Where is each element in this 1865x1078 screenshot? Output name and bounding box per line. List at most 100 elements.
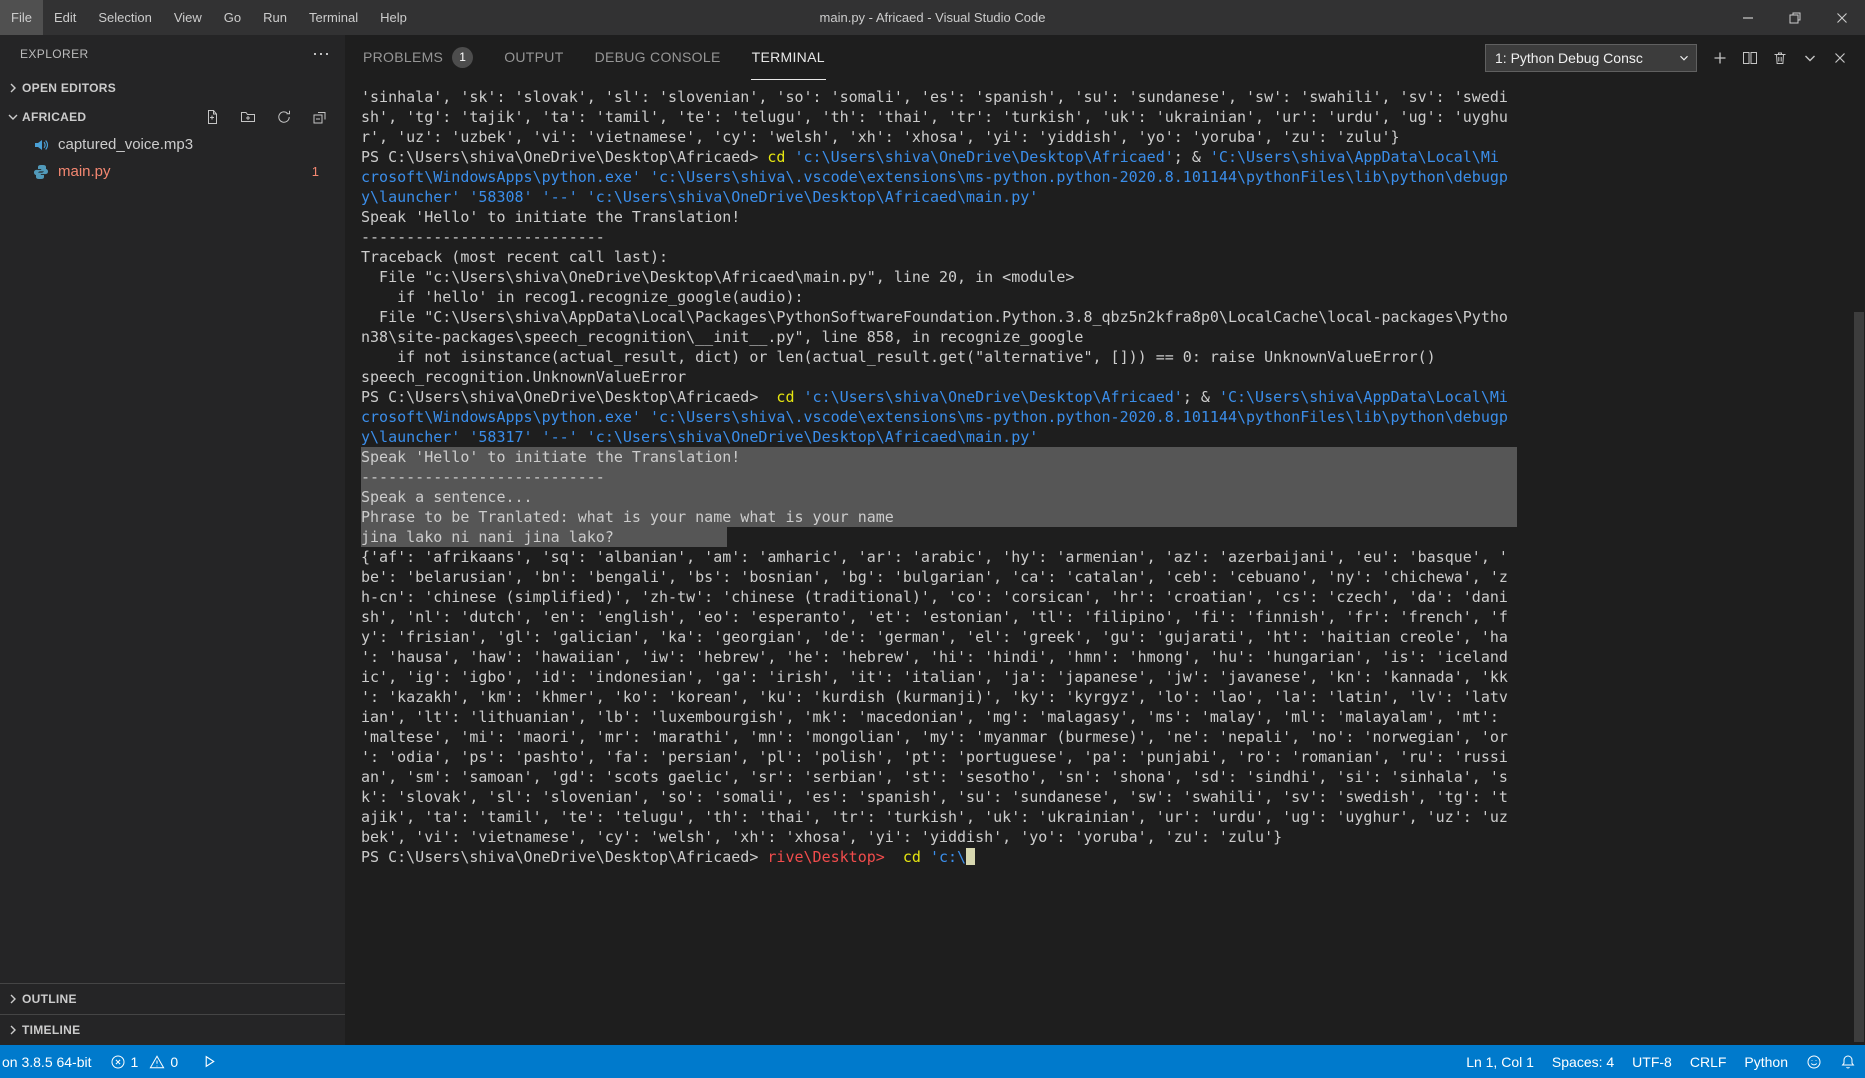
terminal-line: PS C:\Users\shiva\OneDrive\Desktop\Afric… [361, 847, 1517, 867]
encoding-status[interactable]: UTF-8 [1623, 1045, 1681, 1078]
open-editors-section[interactable]: OPEN EDITORS [0, 73, 345, 102]
refresh-icon[interactable] [275, 108, 293, 126]
eol-status[interactable]: CRLF [1681, 1045, 1736, 1078]
terminal-line: Speak a sentence... [361, 487, 1517, 507]
warning-icon [149, 1054, 165, 1070]
terminal-line: jina lako ni nani jina lako? [361, 527, 1517, 547]
trash-icon [1774, 52, 1786, 64]
terminal-line: Traceback (most recent call last): [361, 248, 669, 266]
plus-icon [1714, 52, 1726, 63]
cursor-position-status[interactable]: Ln 1, Col 1 [1457, 1045, 1543, 1078]
menu-go[interactable]: Go [213, 0, 252, 35]
new-folder-icon[interactable] [239, 108, 257, 126]
python-interpreter-status[interactable]: on 3.8.5 64-bit [0, 1045, 101, 1078]
minimize-button[interactable] [1724, 0, 1771, 35]
terminal-line: {'af': 'afrikaans', 'sq': 'albanian', 'a… [361, 548, 1508, 566]
explorer-sidebar: EXPLORER ⋯ OPEN EDITORS AFRICAED capture… [0, 35, 345, 1045]
restore-button[interactable] [1771, 0, 1818, 35]
terminal-line: File "C:\Users\shiva\AppData\Local\Packa… [361, 308, 1508, 326]
terminal-line: sh', 'nl': 'dutch', 'en': 'english', 'eo… [361, 608, 1508, 626]
menu-run[interactable]: Run [252, 0, 298, 35]
terminal-line: ': 'odia', 'ps': 'pashto', 'fa': 'persia… [361, 748, 1508, 766]
terminal-line: y\launcher' '58317' '--' 'c:\Users\shiva… [361, 428, 1039, 446]
tab-terminal[interactable]: TERMINAL [750, 35, 826, 80]
statusbar-right: Ln 1, Col 1 Spaces: 4 UTF-8 CRLF Python [1457, 1045, 1865, 1078]
statusbar: on 3.8.5 64-bit 1 0 Ln 1, Col 1 Spaces: … [0, 1045, 1865, 1078]
feedback-button[interactable] [1797, 1045, 1831, 1078]
file-main-py[interactable]: main.py 1 [0, 158, 345, 185]
terminal-line: PS C:\Users\shiva\OneDrive\Desktop\Afric… [361, 388, 1508, 406]
menu-help[interactable]: Help [369, 0, 418, 35]
terminal-line: if 'hello' in recog1.recognize_google(au… [361, 288, 804, 306]
titlebar: File Edit Selection View Go Run Terminal… [0, 0, 1865, 35]
file-captured-voice-mp3[interactable]: captured_voice.mp3 [0, 131, 345, 158]
language-mode-status[interactable]: Python [1735, 1045, 1797, 1078]
split-terminal-button[interactable] [1735, 43, 1765, 73]
terminal-line: r', 'uz': 'uzbek', 'vi': 'vietnamese', '… [361, 128, 1400, 146]
error-icon [110, 1054, 126, 1070]
terminal-line: k': 'slovak', 'sl': 'slovenian', 'so': '… [361, 788, 1508, 806]
terminal-line: ': 'hausa', 'haw': 'hawaiian', 'iw': 'he… [361, 648, 1508, 666]
terminal-line: ': 'kazakh', 'km': 'khmer', 'ko': 'korea… [361, 688, 1508, 706]
collapse-all-icon[interactable] [311, 108, 329, 126]
menu-selection[interactable]: Selection [87, 0, 162, 35]
terminal-picker-dropdown[interactable]: 1: Python Debug Consc [1485, 43, 1697, 72]
close-button[interactable] [1818, 0, 1865, 35]
terminal-line: n38\site-packages\speech_recognition\__i… [361, 328, 1084, 346]
close-icon [1836, 12, 1847, 23]
timeline-section[interactable]: TIMELINE [0, 1014, 345, 1045]
terminal-line: 'sinhala', 'sk': 'slovak', 'sl': 'sloven… [361, 88, 1508, 106]
new-terminal-button[interactable] [1705, 43, 1735, 73]
chevron-right-icon [4, 1021, 22, 1039]
indentation-status[interactable]: Spaces: 4 [1543, 1045, 1623, 1078]
terminal-scrollbar[interactable] [1853, 80, 1865, 1045]
outline-section[interactable]: OUTLINE [0, 983, 345, 1014]
menu-edit[interactable]: Edit [43, 0, 87, 35]
problems-count-badge: 1 [452, 46, 474, 68]
file-name: captured_voice.mp3 [58, 136, 194, 153]
terminal-line: sh', 'tg': 'tajik', 'ta': 'tamil', 'te':… [361, 108, 1508, 126]
run-python-file-button[interactable] [193, 1045, 226, 1078]
terminal-line: ajik', 'ta': 'tamil', 'te': 'telugu', 't… [361, 808, 1508, 826]
folder-section-africaed[interactable]: AFRICAED [0, 102, 345, 131]
sidebar-bottom-sections: OUTLINE TIMELINE [0, 983, 345, 1045]
feedback-smiley-icon [1806, 1054, 1822, 1070]
chevron-down-icon [1805, 55, 1815, 61]
terminal-line: Speak 'Hello' to initiate the Translatio… [361, 447, 1517, 467]
close-panel-button[interactable] [1825, 43, 1855, 73]
toggle-panel-size-button[interactable] [1795, 43, 1825, 73]
menu-view[interactable]: View [163, 0, 213, 35]
terminal-line: 'maltese', 'mi': 'maori', 'mr': 'marathi… [361, 728, 1508, 746]
terminal-line: be': 'belarusian', 'bn': 'bengali', 'bs'… [361, 568, 1508, 586]
terminal-line: --------------------------- [361, 228, 605, 246]
terminal-line: File "c:\Users\shiva\OneDrive\Desktop\Af… [361, 268, 1075, 286]
terminal-line: h-cn': 'chinese (simplified)', 'zh-tw': … [361, 588, 1508, 606]
new-file-icon[interactable] [203, 108, 221, 126]
terminal-line: --------------------------- [361, 467, 1517, 487]
panel-tabs: PROBLEMS 1 OUTPUT DEBUG CONSOLE TERMINAL [362, 35, 855, 80]
folder-actions [203, 108, 345, 126]
terminal-line: bek', 'vi': 'vietnamese', 'cy': 'welsh',… [361, 828, 1283, 846]
chevron-right-icon [4, 990, 22, 1008]
file-name: main.py [58, 163, 111, 180]
problems-status[interactable]: 1 0 [101, 1045, 188, 1078]
restore-icon [1789, 12, 1800, 23]
kill-terminal-button[interactable] [1765, 43, 1795, 73]
tab-problems[interactable]: PROBLEMS 1 [362, 35, 474, 80]
menu-terminal[interactable]: Terminal [298, 0, 369, 35]
tab-output[interactable]: OUTPUT [503, 35, 564, 80]
terminal-line: crosoft\WindowsApps\python.exe' 'c:\User… [361, 168, 1508, 186]
terminal-line: Speak 'Hello' to initiate the Translatio… [361, 208, 741, 226]
terminal-line: PS C:\Users\shiva\OneDrive\Desktop\Afric… [361, 148, 1499, 166]
terminal-line: Phrase to be Tranlated: what is your nam… [361, 507, 1517, 527]
audio-icon [32, 136, 50, 154]
terminal-area[interactable]: 'sinhala', 'sk': 'slovak', 'sl': 'sloven… [345, 80, 1865, 1045]
more-actions-icon[interactable]: ⋯ [312, 44, 331, 65]
notifications-button[interactable] [1831, 1045, 1865, 1078]
explorer-title: EXPLORER [20, 47, 89, 61]
scrollbar-thumb[interactable] [1854, 311, 1864, 1042]
tab-debug-console[interactable]: DEBUG CONSOLE [594, 35, 722, 80]
menubar: File Edit Selection View Go Run Terminal… [0, 0, 418, 35]
terminal-line: crosoft\WindowsApps\python.exe' 'c:\User… [361, 408, 1508, 426]
menu-file[interactable]: File [0, 0, 43, 35]
